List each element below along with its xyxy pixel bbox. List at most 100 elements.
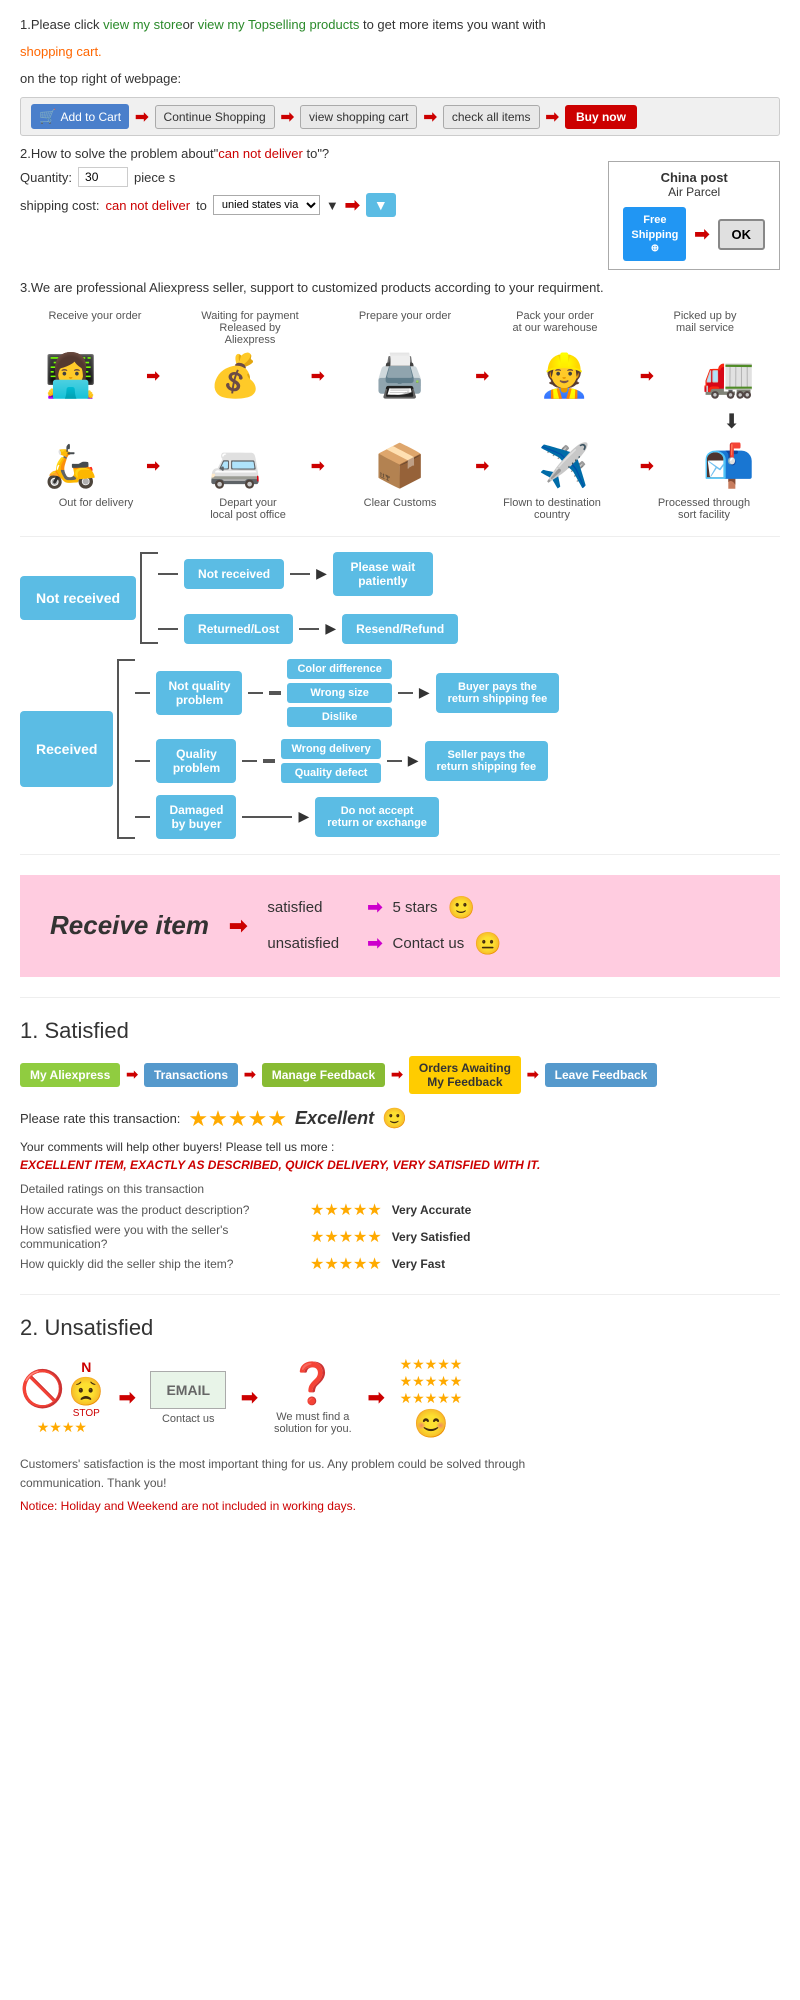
fb-arrow1: ➡ bbox=[126, 1066, 138, 1083]
ok-button[interactable]: OK bbox=[718, 219, 766, 250]
satisfied-section: 1. Satisfied My Aliexpress ➡ Transaction… bbox=[20, 1018, 780, 1274]
unsat-stars: ★★★★ bbox=[20, 1419, 104, 1436]
icon-van: 🚐 bbox=[209, 442, 261, 491]
rating1-stars: ★★★★★ bbox=[310, 1200, 382, 1220]
icon-money-bag: 💰 bbox=[209, 352, 261, 401]
process-top-icons: 👩‍💻 ➡ 💰 ➡ 🖨️ ➡ 👷 ➡ 🚛 bbox=[20, 352, 780, 401]
unsatisfied-label: unsatisfied bbox=[267, 935, 357, 952]
unsat-icons1: 🚫 N 😟 STOP bbox=[20, 1359, 104, 1419]
red-arrow: ➡ bbox=[345, 195, 360, 216]
nr-branch1: Not received ▶ Please waitpatiently bbox=[158, 552, 458, 596]
icon-person-computer: 👩‍💻 bbox=[45, 352, 97, 401]
rating2-result: Very Satisfied bbox=[392, 1230, 471, 1244]
icon-truck: 🚛 bbox=[703, 352, 755, 401]
label-pickup: Picked up bymail service bbox=[655, 310, 755, 346]
arrow-t1: ➡ bbox=[146, 366, 159, 386]
please-wait-box: Please waitpatiently bbox=[333, 552, 433, 596]
add-to-cart-button[interactable]: 🛒 Add to Cart bbox=[31, 104, 129, 129]
qty-row: Quantity: piece s bbox=[20, 167, 588, 187]
not-received-sub-box: Not received bbox=[184, 559, 284, 589]
recv-nqp: Not qualityproblem Color difference Wron… bbox=[135, 659, 559, 727]
pink-section: Receive item ➡ satisfied ➡ 5 stars 🙂 uns… bbox=[20, 875, 780, 977]
unsatisfied-section: 2. Unsatisfied 🚫 N 😟 STOP ★★★★ ➡ bbox=[20, 1315, 780, 1513]
arrow-b4: ➡ bbox=[146, 456, 159, 476]
pink-row-unsatisfied: unsatisfied ➡ Contact us 😐 bbox=[267, 931, 501, 957]
fb-arrow3: ➡ bbox=[391, 1066, 403, 1083]
sad-face-icon: 😟 bbox=[69, 1375, 104, 1408]
label-prepare: Prepare your order bbox=[355, 310, 455, 346]
rate-text: Please rate this transaction: bbox=[20, 1111, 180, 1126]
icon-envelope: 📬 bbox=[703, 442, 755, 491]
satisfied-title: 1. Satisfied bbox=[20, 1018, 780, 1044]
continue-shopping-button[interactable]: Continue Shopping bbox=[155, 105, 275, 129]
pink-arrow-main: ➡ bbox=[229, 913, 247, 939]
view-store-link[interactable]: view my store bbox=[103, 17, 182, 32]
process-bottom-icons: 📬 ➡ ✈️ ➡ 📦 ➡ 🚐 ➡ 🛵 bbox=[20, 442, 780, 491]
arrow-b2: ➡ bbox=[476, 456, 489, 476]
manage-feedback-btn[interactable]: Manage Feedback bbox=[262, 1063, 385, 1087]
arrow1: ➡ bbox=[135, 107, 148, 127]
rating2-label: How satisfied were you with the seller's… bbox=[20, 1223, 300, 1251]
rating3-stars: ★★★★★ bbox=[310, 1254, 382, 1274]
arrow-t3: ➡ bbox=[476, 366, 489, 386]
nqp-bracket bbox=[269, 691, 281, 695]
br2-arrow: ▶ bbox=[325, 620, 336, 637]
happy-emoji: 🙂 bbox=[448, 895, 475, 921]
qp-bracket bbox=[263, 759, 275, 763]
unsat-right-icons: N 😟 STOP bbox=[69, 1359, 104, 1419]
nr-bracket-line bbox=[140, 552, 158, 644]
section3-text: 3.We are professional Aliexpress seller,… bbox=[20, 280, 780, 295]
arrow-t2: ➡ bbox=[311, 366, 324, 386]
shipping-label: shipping cost: bbox=[20, 198, 100, 213]
process-section: Receive your order Waiting for paymentRe… bbox=[20, 310, 780, 521]
icon-worker: 👷 bbox=[538, 352, 590, 401]
rating3-result: Very Fast bbox=[392, 1257, 445, 1271]
section3: 3.We are professional Aliexpress seller,… bbox=[20, 280, 780, 295]
leave-feedback-btn[interactable]: Leave Feedback bbox=[545, 1063, 658, 1087]
unsat-arrow2: ➡ bbox=[241, 1385, 258, 1410]
recv-bracket: Not qualityproblem Color difference Wron… bbox=[113, 659, 559, 839]
process-top-labels: Receive your order Waiting for paymentRe… bbox=[20, 310, 780, 346]
nr-bracket: Not received ▶ Please waitpatiently Retu… bbox=[136, 552, 458, 644]
not-received-box: Not received bbox=[20, 576, 136, 620]
excellent-label: Excellent bbox=[295, 1108, 374, 1129]
view-shopping-cart-button[interactable]: view shopping cart bbox=[300, 105, 417, 129]
happy-smiley-icon: 😊 bbox=[414, 1408, 449, 1439]
five-stars-label: 5 stars bbox=[393, 899, 438, 916]
shipping-select[interactable]: unied states via bbox=[213, 195, 320, 215]
transactions-btn[interactable]: Transactions bbox=[144, 1063, 238, 1087]
label-flown: Flown to destinationcountry bbox=[502, 497, 602, 521]
arrow3: ➡ bbox=[423, 107, 436, 127]
rating1-result: Very Accurate bbox=[392, 1203, 472, 1217]
qty-input[interactable] bbox=[78, 167, 128, 187]
check-all-items-button[interactable]: check all items bbox=[443, 105, 540, 129]
section2-left: Quantity: piece s shipping cost: can not… bbox=[20, 161, 588, 217]
view-topselling-link[interactable]: view my Topselling products bbox=[198, 17, 360, 32]
label-depart: Depart yourlocal post office bbox=[198, 497, 298, 521]
nr-row: Not received Not received ▶ Please waitp… bbox=[20, 552, 780, 644]
result-stars1: ★★★★★ bbox=[400, 1356, 463, 1373]
returned-lost-box: Returned/Lost bbox=[184, 614, 293, 644]
dropdown-icon: ▼ bbox=[326, 198, 339, 213]
br1-line bbox=[158, 573, 178, 575]
cart-flow: 🛒 Add to Cart ➡ Continue Shopping ➡ view… bbox=[20, 97, 780, 136]
recv-dmg: Damagedby buyer ▶ Do not acceptreturn or… bbox=[135, 795, 559, 839]
recv-bracket-line bbox=[117, 659, 135, 839]
label-out: Out for delivery bbox=[46, 497, 146, 521]
shopping-cart-text: shopping cart. bbox=[20, 42, 780, 63]
fb-arrow2: ➡ bbox=[244, 1066, 256, 1083]
result-stars2: ★★★★★ bbox=[400, 1373, 463, 1390]
my-aliexpress-btn[interactable]: My Aliexpress bbox=[20, 1063, 120, 1087]
orders-awaiting-btn[interactable]: Orders AwaitingMy Feedback bbox=[409, 1056, 521, 1094]
free-shipping-box: Free Shipping ⊕ bbox=[623, 207, 686, 261]
shipping-row: shipping cost: can not deliver to unied … bbox=[20, 193, 588, 217]
notice-text: Notice: Holiday and Weekend are not incl… bbox=[20, 1499, 780, 1513]
qp-items: Wrong delivery Quality defect bbox=[281, 739, 380, 783]
receive-item-title: Receive item bbox=[50, 910, 209, 941]
down-arrow-btn[interactable]: ▼ bbox=[366, 193, 396, 217]
unsat-step2: EMAIL Contact us bbox=[150, 1371, 226, 1425]
arrow-t4: ➡ bbox=[640, 366, 653, 386]
pink-rows: satisfied ➡ 5 stars 🙂 unsatisfied ➡ Cont… bbox=[267, 895, 501, 957]
buy-now-button[interactable]: Buy now bbox=[565, 105, 637, 129]
arrow2: ➡ bbox=[281, 107, 294, 127]
